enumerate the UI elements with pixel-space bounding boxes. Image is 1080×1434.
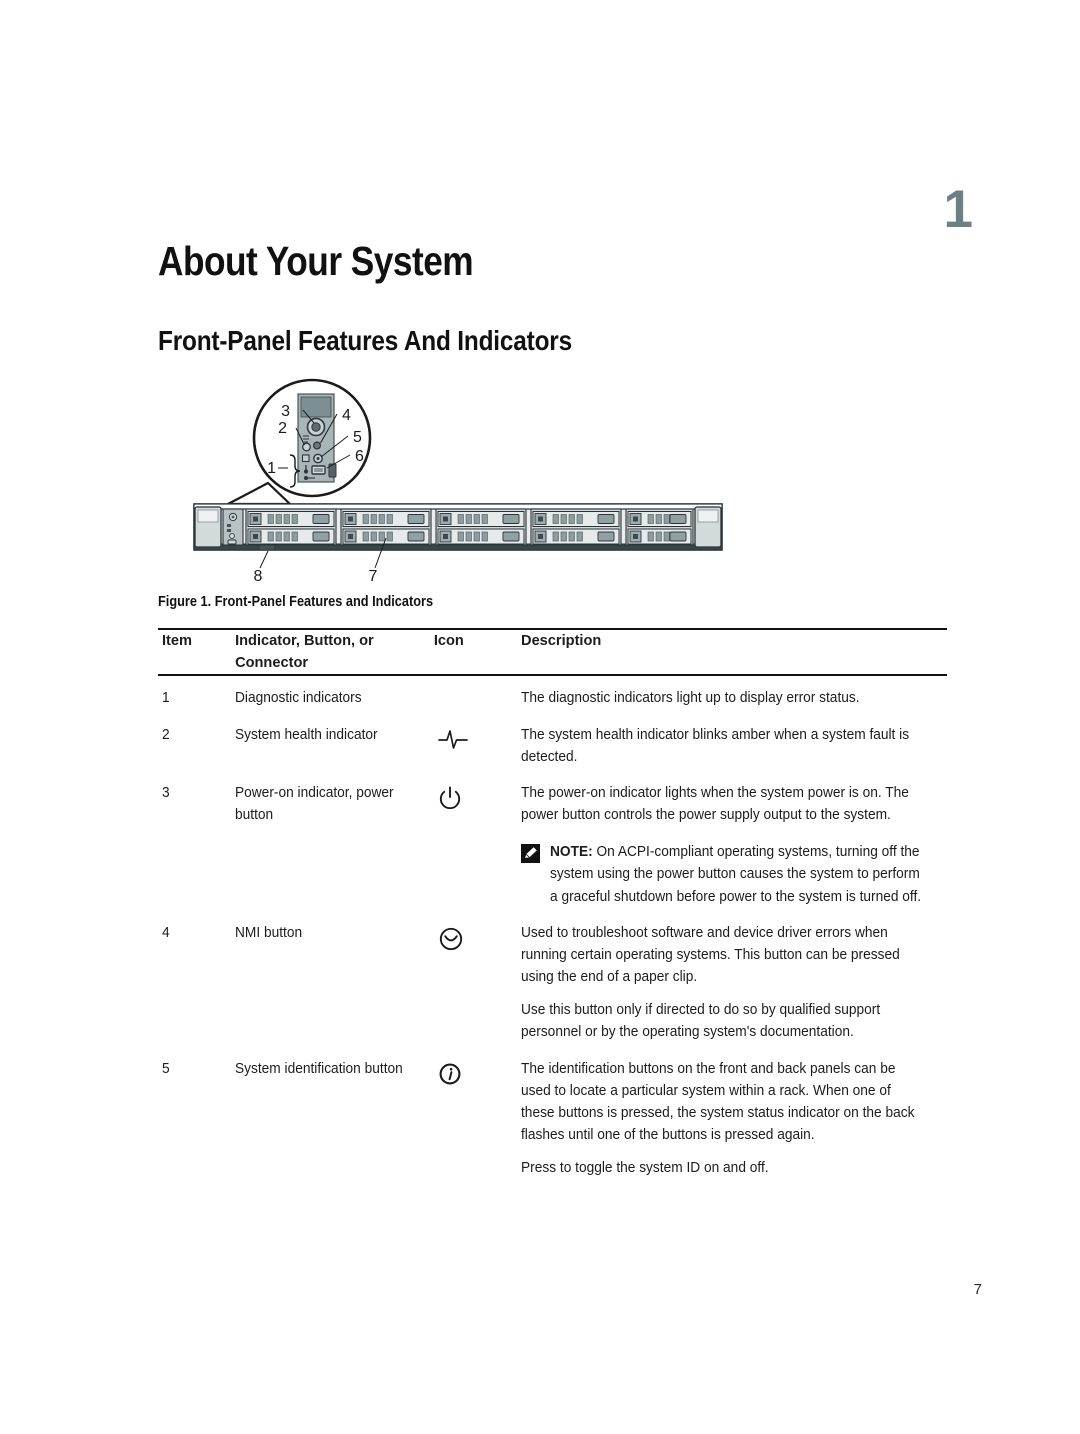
column-header-name: Indicator, Button, or Connector <box>235 633 374 672</box>
page-number: 7 <box>973 1281 982 1298</box>
row-description: The diagnostic indicators light up to di… <box>521 690 860 707</box>
document-page: 1 About Your System Front-Panel Features… <box>0 0 1080 1434</box>
callout-8: 8 <box>254 568 263 581</box>
callout-5: 5 <box>353 429 362 446</box>
note-text: NOTE: On ACPI-compliant operating system… <box>550 841 923 908</box>
row-item-number: 3 <box>162 784 170 801</box>
row-component-name: Power-on indicator, power button <box>235 784 394 824</box>
section-title: Front-Panel Features And Indicators <box>158 325 572 356</box>
row-item-number: 5 <box>162 1060 170 1077</box>
table-row: 5 System identification button The ident… <box>158 1047 947 1183</box>
nmi-icon <box>439 927 462 950</box>
front-panel-illustration: 3 2 1 4 5 6 8 7 <box>193 378 723 585</box>
table-row: 2 System health indicator The system hea… <box>158 713 947 771</box>
page-title: About Your System <box>158 238 474 284</box>
row-component-name: NMI button <box>235 924 303 941</box>
row-icon-cell <box>434 1047 521 1183</box>
row-item-number: 2 <box>162 726 170 743</box>
drive-bays <box>245 508 694 546</box>
table-row: 4 NMI button Used to troubleshoot softwa… <box>158 911 947 1047</box>
note-callout: NOTE: On ACPI-compliant operating system… <box>521 841 947 908</box>
figure-caption: Figure 1. Front-Panel Features and Indic… <box>158 594 434 610</box>
row-component-name: System health indicator <box>235 726 378 743</box>
row-description: The system health indicator blinks amber… <box>521 726 910 765</box>
row-item-number: 4 <box>162 924 170 941</box>
table-header-row: Item Indicator, Button, or Connector Ico… <box>158 629 947 676</box>
table-row: 3 Power-on indicator, power button The p… <box>158 771 947 911</box>
column-header-item: Item <box>162 633 193 649</box>
callout-3: 3 <box>281 403 290 420</box>
row-component-name: System identification button <box>235 1060 403 1077</box>
column-header-icon: Icon <box>433 633 464 649</box>
chapter-number: 1 <box>943 180 974 239</box>
row-icon-cell <box>434 713 521 771</box>
row-icon-cell <box>434 911 521 1047</box>
column-header-description: Description <box>521 633 602 649</box>
table-row: 1 Diagnostic indicators The diagnostic i… <box>158 675 947 712</box>
row-description: Used to troubleshoot software and device… <box>521 924 900 1041</box>
callout-7: 7 <box>369 568 378 581</box>
power-icon <box>439 786 460 809</box>
row-icon-cell <box>434 771 521 911</box>
note-body-text: On ACPI-compliant operating systems, tur… <box>550 844 922 905</box>
row-component-name: Diagnostic indicators <box>235 690 362 707</box>
note-pencil-icon <box>521 844 541 864</box>
callout-6: 6 <box>355 448 364 465</box>
front-panel-figure: 3 2 1 4 5 6 8 7 <box>190 376 730 585</box>
callout-4: 4 <box>342 407 351 424</box>
row-description: The identification buttons on the front … <box>521 1060 915 1177</box>
row-icon-cell <box>434 675 521 712</box>
note-label: NOTE: <box>550 844 593 861</box>
health-pulse-icon <box>437 729 468 749</box>
row-description: The power-on indicator lights when the s… <box>521 771 947 911</box>
system-id-icon <box>439 1063 461 1085</box>
callout-2: 2 <box>278 420 287 437</box>
front-panel-table: Item Indicator, Button, or Connector Ico… <box>158 628 947 1182</box>
callout-1: 1 <box>267 460 276 477</box>
row-item-number: 1 <box>162 690 170 707</box>
